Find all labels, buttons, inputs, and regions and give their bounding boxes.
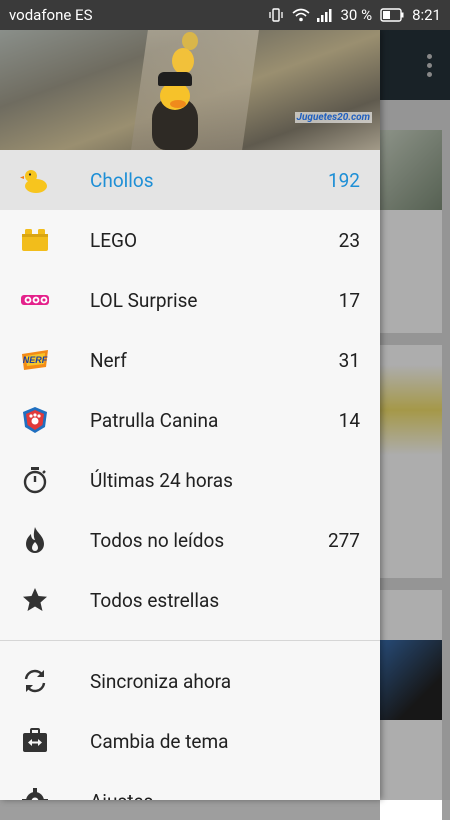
vibrate-icon [268,8,284,22]
battery-icon [380,8,404,22]
wifi-icon [292,8,311,22]
drawer-item-count: 31 [338,348,360,372]
drawer-item-lol-surprise[interactable]: LOL Surprise 17 [0,270,380,330]
duck-icon [20,165,50,195]
navigation-drawer: Juguetes20.com Chollos 192 LEGO 23 LOL S… [0,30,380,800]
lego-brick-icon [20,225,50,255]
drawer-action-settings[interactable]: Ajustes [0,771,380,800]
sync-icon [20,666,50,696]
drawer-item-count: 192 [327,168,360,192]
lol-surprise-logo-icon [20,285,50,315]
drawer-item-count: 23 [338,228,360,252]
nerf-logo-icon: NERF [20,345,50,375]
drawer-item-label: Chollos [90,168,154,192]
drawer-item-label: Todos estrellas [90,588,220,612]
drawer-action-label: Ajustes [90,790,153,801]
drawer-action-change-theme[interactable]: Cambia de tema [0,711,380,771]
drawer-item-label: LEGO [90,228,138,252]
signal-icon [316,8,332,22]
drawer-divider [0,640,380,641]
drawer-item-label: LOL Surprise [90,288,198,312]
drawer-item-label: Nerf [90,348,127,372]
category-list: Chollos 192 LEGO 23 LOL Surprise 17 NERF… [0,150,380,800]
drawer-item-label: Todos no leídos [90,528,225,552]
theme-switch-icon [20,726,50,756]
clock: 8:21 [412,6,441,24]
drawer-item-nerf[interactable]: NERF Nerf 31 [0,330,380,390]
brand-logo: Juguetes20.com [294,112,372,123]
settings-gear-icon [20,786,50,800]
drawer-item-todos-no-leidos[interactable]: Todos no leídos 277 [0,510,380,570]
drawer-action-label: Cambia de tema [90,729,229,753]
status-bar: vodafone ES 30 % 8:21 [0,0,450,30]
svg-text:NERF: NERF [23,355,48,365]
drawer-action-sync[interactable]: Sincroniza ahora [0,651,380,711]
drawer-item-label: Patrulla Canina [90,408,219,432]
drawer-header-image: Juguetes20.com [0,30,380,150]
stopwatch-icon [20,465,50,495]
drawer-item-todos-estrellas[interactable]: Todos estrellas [0,570,380,630]
drawer-item-count: 17 [338,288,360,312]
star-icon [20,585,50,615]
drawer-item-chollos[interactable]: Chollos 192 [0,150,380,210]
drawer-item-count: 14 [338,408,360,432]
carrier-label: vodafone ES [9,6,93,24]
paw-patrol-logo-icon [20,405,50,435]
drawer-item-patrulla-canina[interactable]: Patrulla Canina 14 [0,390,380,450]
battery-percentage: 30 % [340,6,373,24]
drawer-item-label: Últimas 24 horas [90,468,233,492]
drawer-item-count: 277 [327,528,360,552]
drawer-item-ultimas-24-horas[interactable]: Últimas 24 horas [0,450,380,510]
flame-icon [20,525,50,555]
drawer-item-lego[interactable]: LEGO 23 [0,210,380,270]
drawer-action-label: Sincroniza ahora [90,669,232,693]
